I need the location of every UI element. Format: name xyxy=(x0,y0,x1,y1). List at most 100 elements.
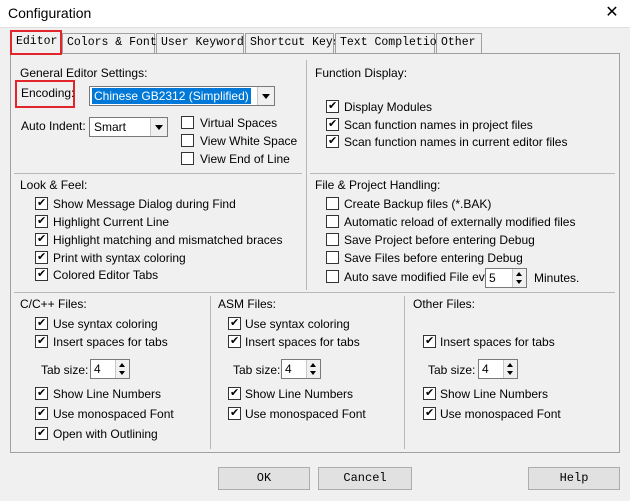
spin-down-icon[interactable] xyxy=(119,371,125,375)
other-insert-spaces-checkbox[interactable] xyxy=(423,334,436,348)
close-icon[interactable]: ✕ xyxy=(600,2,624,24)
divider xyxy=(404,296,405,449)
automatic-reload-checkbox[interactable] xyxy=(326,215,339,228)
other-tab-size-stepper[interactable]: 4 xyxy=(478,359,518,379)
cpp-show-line-numbers-checkbox[interactable] xyxy=(35,386,48,400)
stepper-buttons[interactable] xyxy=(306,360,320,378)
auto-indent-label: Auto Indent: xyxy=(21,119,86,133)
cpp-tab-size-value: 4 xyxy=(94,362,101,376)
colored-editor-tabs-label: Colored Editor Tabs xyxy=(53,268,159,282)
encoding-label: Encoding: xyxy=(21,86,75,100)
scan-project-label: Scan function names in project files xyxy=(344,118,533,132)
stepper-buttons[interactable] xyxy=(503,360,517,378)
save-files-debug-checkbox[interactable] xyxy=(326,251,339,264)
cpp-syntax-coloring-checkbox[interactable] xyxy=(35,316,48,330)
print-syntax-coloring-label: Print with syntax coloring xyxy=(53,251,186,265)
view-white-space-label: View White Space xyxy=(200,134,298,148)
save-project-debug-label: Save Project before entering Debug xyxy=(344,233,535,247)
asm-syntax-coloring-checkbox[interactable] xyxy=(228,316,241,330)
auto-indent-select[interactable]: Smart xyxy=(89,117,168,137)
spin-down-icon[interactable] xyxy=(310,371,316,375)
cpp-show-line-numbers-label: Show Line Numbers xyxy=(53,387,162,401)
other-tab-size-value: 4 xyxy=(482,362,489,376)
view-end-of-line-label: View End of Line xyxy=(200,152,290,166)
divider xyxy=(306,60,307,290)
auto-save-checkbox[interactable] xyxy=(326,270,339,283)
tab-user-keywords[interactable]: User Keywords xyxy=(156,33,251,53)
tab-shortcut-keys[interactable]: Shortcut Keys xyxy=(245,33,340,53)
file-handling-heading: File & Project Handling: xyxy=(315,178,441,192)
divider xyxy=(310,173,615,174)
view-end-of-line-checkbox[interactable] xyxy=(181,152,194,165)
scan-current-label: Scan function names in current editor fi… xyxy=(344,135,568,149)
spin-up-icon[interactable] xyxy=(507,363,513,367)
other-monospaced-label: Use monospaced Font xyxy=(440,407,561,421)
stepper-buttons[interactable] xyxy=(512,269,526,287)
asm-insert-spaces-checkbox[interactable] xyxy=(228,334,241,348)
asm-tab-size-stepper[interactable]: 4 xyxy=(281,359,321,379)
ok-button[interactable]: OK xyxy=(218,467,310,490)
scan-current-checkbox[interactable] xyxy=(326,134,339,148)
colored-editor-tabs-checkbox[interactable] xyxy=(35,267,48,281)
spin-up-icon[interactable] xyxy=(119,363,125,367)
encoding-value: Chinese GB2312 (Simplified) xyxy=(92,88,251,104)
cancel-button[interactable]: Cancel xyxy=(318,467,412,490)
auto-save-minutes-value: 5 xyxy=(489,271,496,285)
look-feel-heading: Look & Feel: xyxy=(20,178,88,192)
asm-monospaced-checkbox[interactable] xyxy=(228,406,241,420)
chevron-down-icon[interactable] xyxy=(257,87,274,105)
stepper-buttons[interactable] xyxy=(115,360,129,378)
save-project-debug-checkbox[interactable] xyxy=(326,233,339,246)
create-backup-label: Create Backup files (*.BAK) xyxy=(344,197,492,211)
other-files-heading: Other Files: xyxy=(413,297,476,311)
display-modules-checkbox[interactable] xyxy=(326,99,339,113)
cpp-outlining-label: Open with Outlining xyxy=(53,427,158,441)
auto-save-minutes-stepper[interactable]: 5 xyxy=(485,268,527,288)
highlight-current-line-checkbox[interactable] xyxy=(35,214,48,228)
tab-text-completion[interactable]: Text Completion xyxy=(335,33,444,53)
tab-editor[interactable]: Editor xyxy=(10,30,62,55)
help-button[interactable]: Help xyxy=(528,467,620,490)
tab-colors-fonts[interactable]: Colors & Fonts xyxy=(62,33,164,53)
print-syntax-coloring-checkbox[interactable] xyxy=(35,250,48,264)
asm-monospaced-label: Use monospaced Font xyxy=(245,407,366,421)
tab-other[interactable]: Other xyxy=(436,33,482,53)
highlight-braces-checkbox[interactable] xyxy=(35,232,48,246)
divider xyxy=(210,296,211,449)
other-insert-spaces-label: Insert spaces for tabs xyxy=(440,335,555,349)
spin-up-icon[interactable] xyxy=(310,363,316,367)
minutes-label: Minutes. xyxy=(534,271,580,285)
spin-down-icon[interactable] xyxy=(516,280,522,284)
auto-indent-value: Smart xyxy=(94,120,127,134)
virtual-spaces-label: Virtual Spaces xyxy=(200,116,278,130)
divider xyxy=(14,292,615,293)
spin-up-icon[interactable] xyxy=(516,272,522,276)
cpp-outlining-checkbox[interactable] xyxy=(35,426,48,440)
cpp-tab-size-stepper[interactable]: 4 xyxy=(90,359,130,379)
spin-down-icon[interactable] xyxy=(507,371,513,375)
show-message-dialog-checkbox[interactable] xyxy=(35,196,48,210)
create-backup-checkbox[interactable] xyxy=(326,197,339,210)
virtual-spaces-checkbox[interactable] xyxy=(181,116,194,129)
save-files-debug-label: Save Files before entering Debug xyxy=(344,251,523,265)
general-settings-heading: General Editor Settings: xyxy=(20,66,148,80)
asm-show-line-numbers-checkbox[interactable] xyxy=(228,386,241,400)
cpp-monospaced-checkbox[interactable] xyxy=(35,406,48,420)
asm-insert-spaces-label: Insert spaces for tabs xyxy=(245,335,360,349)
automatic-reload-label: Automatic reload of externally modified … xyxy=(344,215,576,229)
other-tab-size-label: Tab size: xyxy=(428,363,476,377)
auto-save-label: Auto save modified File every xyxy=(344,270,502,284)
view-white-space-checkbox[interactable] xyxy=(181,134,194,147)
chevron-down-icon[interactable] xyxy=(150,118,167,136)
cpp-insert-spaces-checkbox[interactable] xyxy=(35,334,48,348)
cpp-insert-spaces-label: Insert spaces for tabs xyxy=(53,335,168,349)
window-title: Configuration xyxy=(8,5,92,21)
function-display-heading: Function Display: xyxy=(315,66,408,80)
display-modules-label: Display Modules xyxy=(344,100,433,114)
other-show-line-numbers-checkbox[interactable] xyxy=(423,386,436,400)
title-bar xyxy=(0,0,630,28)
asm-tab-size-value: 4 xyxy=(285,362,292,376)
encoding-select[interactable]: Chinese GB2312 (Simplified) xyxy=(89,86,275,106)
other-monospaced-checkbox[interactable] xyxy=(423,406,436,420)
scan-project-checkbox[interactable] xyxy=(326,117,339,131)
